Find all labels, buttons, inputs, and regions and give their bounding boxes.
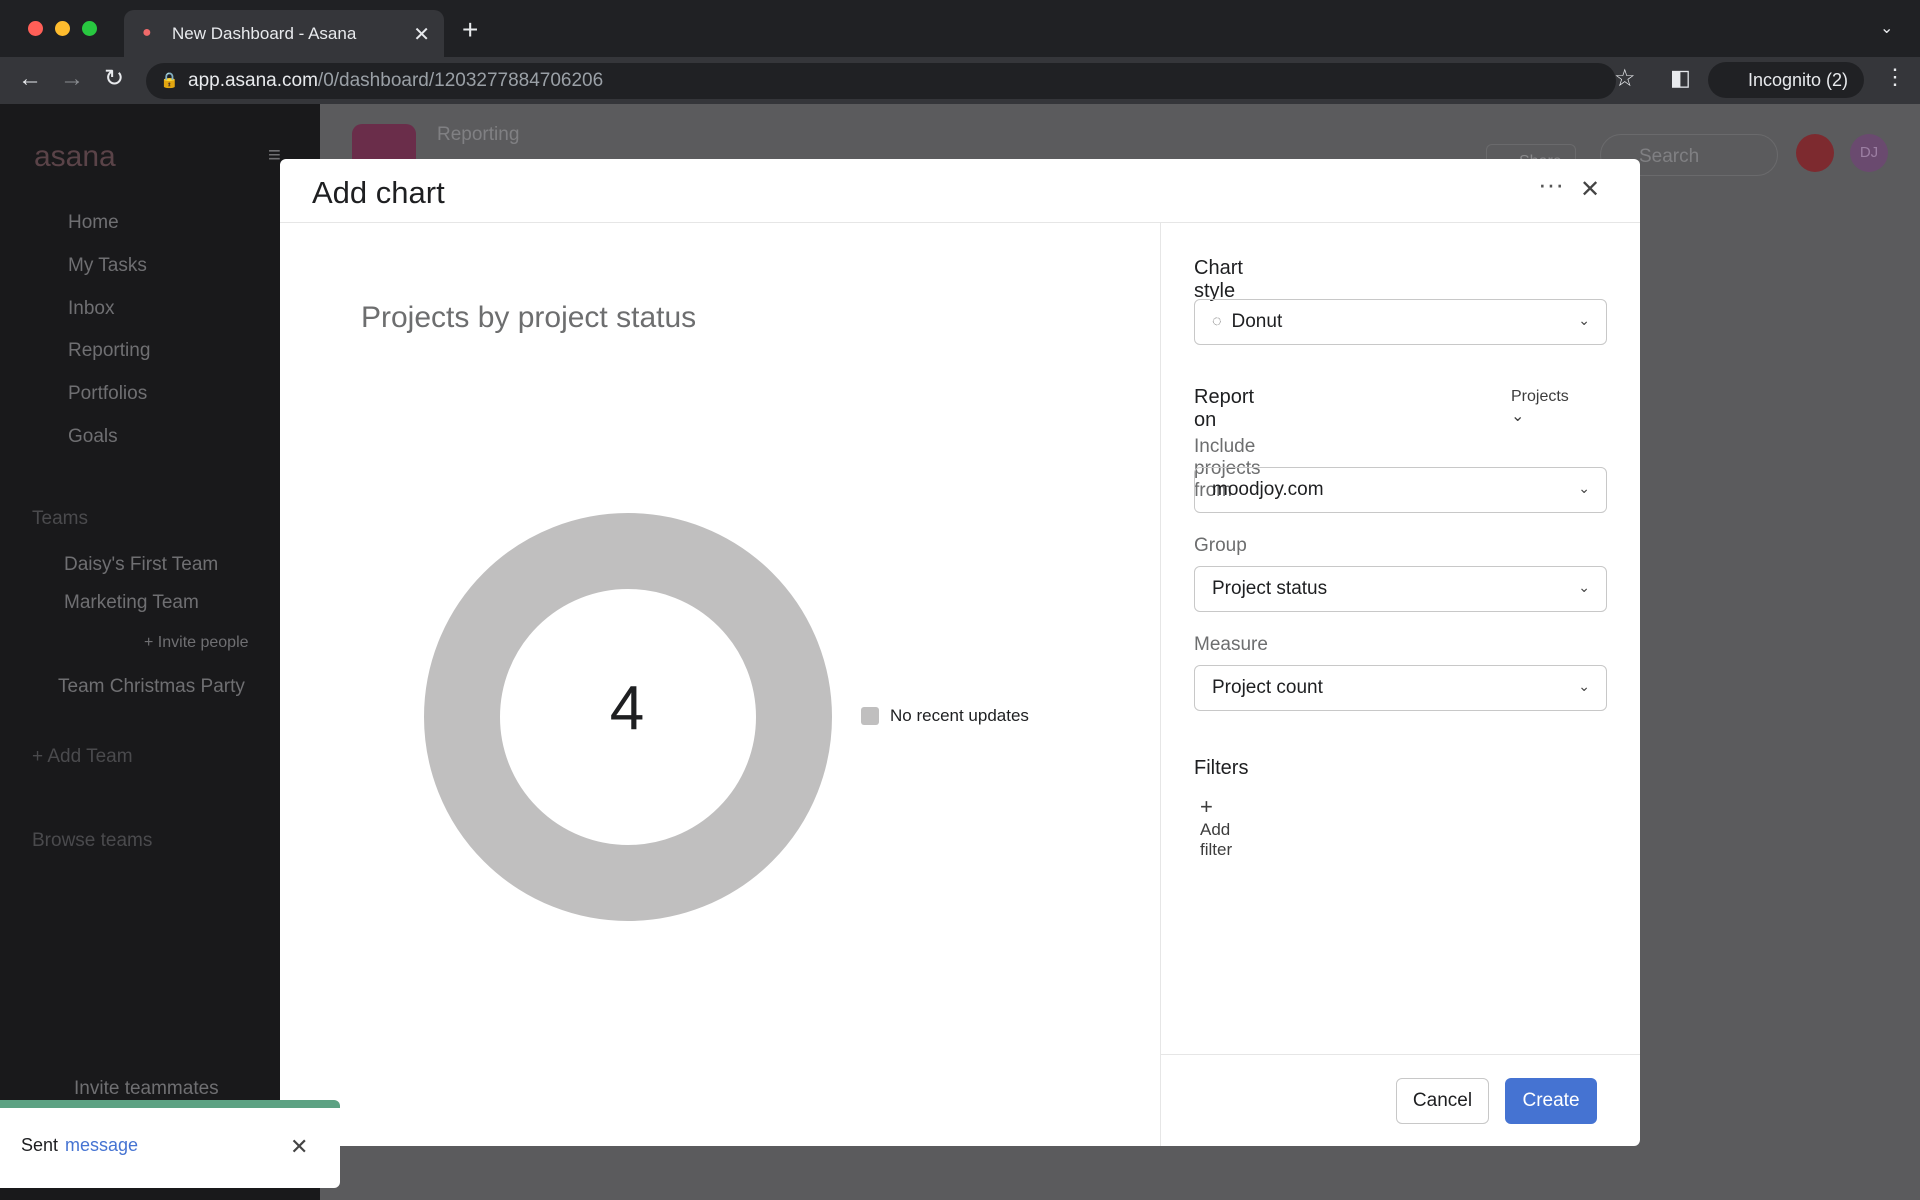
reload-icon[interactable]: ↻ [104,64,124,93]
chevron-down-icon: ⌄ [1578,480,1590,496]
chevron-down-icon: ⌄ [1578,579,1590,595]
maximize-window-button[interactable] [82,21,97,36]
modal-title: Add chart [312,175,445,210]
report-on-dropdown[interactable]: Projects ⌄ [1511,388,1569,426]
sidebar-item-reporting[interactable]: Reporting [68,340,150,362]
cancel-label: Cancel [1412,1090,1473,1111]
collapse-sidebar-icon[interactable]: ≡ [268,142,281,168]
sidebar-item-portfolios[interactable]: Portfolios [68,383,147,405]
legend-swatch [861,707,879,725]
chevron-down-icon: ⌄ [1511,408,1525,425]
add-team-link[interactable]: + Add Team [32,746,133,768]
tab-title: New Dashboard - Asana [172,23,357,43]
report-on-value: Projects [1511,388,1569,405]
measure-select[interactable]: Project count ⌄ [1194,665,1607,711]
forward-icon[interactable]: → [60,65,84,93]
plus-icon: + [1200,794,1213,819]
report-on-label: Report on [1194,386,1255,431]
asana-logo[interactable]: asana [34,140,116,174]
browser-tab-bar: ● New Dashboard - Asana ✕ + ⌄ [0,0,1920,57]
measure-label: Measure [1194,634,1268,655]
donut-icon: ◌ [1212,313,1222,330]
close-tab-icon[interactable]: ✕ [413,22,430,47]
url-path: /0/dashboard/1203277884706206 [317,70,604,91]
invite-people-link[interactable]: + Invite people [144,634,249,652]
add-filter-button[interactable]: + Add filter [1200,794,1232,860]
include-projects-select[interactable]: moodjoy.com ⌄ [1194,467,1607,513]
legend-label: No recent updates [890,706,1029,725]
menu-kebab-icon[interactable]: ⋮ [1884,64,1906,90]
total-value: 4 [609,674,645,743]
team-item[interactable]: Marketing Team [64,592,199,614]
incognito-badge[interactable]: Incognito (2) [1708,62,1864,98]
url-input[interactable]: 🔒 app.asana.com/0/dashboard/120327788470… [146,63,1616,99]
teams-header: Teams [32,508,88,529]
chevron-down-icon: ⌄ [1578,678,1590,694]
more-options-icon[interactable]: ··· [1538,169,1564,200]
toast-notification: Sent message ✕ [0,1100,340,1188]
toast-text: Sent [21,1135,59,1155]
tab-search-chevron-icon[interactable]: ⌄ [1880,18,1893,38]
profile-label: Incognito (2) [1748,69,1849,90]
back-icon[interactable]: ← [18,65,42,93]
minimize-window-button[interactable] [55,21,70,36]
chart-style-select[interactable]: ◌ Donut ⌄ [1194,299,1607,345]
browse-teams-link[interactable]: Browse teams [32,830,152,852]
filters-label: Filters [1194,757,1249,779]
toast-close-icon[interactable]: ✕ [290,1134,308,1160]
toast-message-link[interactable]: message [65,1135,138,1156]
asana-favicon-icon: ● [142,24,152,41]
search-placeholder: Search [1639,146,1700,167]
chevron-down-icon: ⌄ [1578,312,1590,328]
group-select[interactable]: Project status ⌄ [1194,566,1607,612]
sidebar: asana ≡ Home My Tasks Inbox Reporting Po… [0,104,320,1200]
chart-style-value: Donut [1231,311,1283,332]
include-value: moodjoy.com [1212,479,1324,500]
header-divider [280,222,1640,223]
add-filter-label: Add filter [1200,820,1233,859]
sidebar-item-goals[interactable]: Goals [68,426,118,448]
chart-style-label: Chart style [1194,257,1243,302]
measure-value: Project count [1212,677,1323,698]
team-item[interactable]: Daisy's First Team [64,554,218,576]
close-window-button[interactable] [28,21,43,36]
browser-tab[interactable]: ● New Dashboard - Asana ✕ [124,10,444,57]
cancel-button[interactable]: Cancel [1396,1078,1489,1124]
sidebar-item-inbox[interactable]: Inbox [68,298,114,320]
invite-teammates-link[interactable]: Invite teammates [74,1078,219,1100]
create-plus-button[interactable] [1796,134,1834,172]
footer-divider [1161,1054,1640,1055]
url-host: app.asana.com [188,70,318,91]
new-tab-button[interactable]: + [462,14,478,46]
group-label: Group [1194,535,1247,556]
lock-icon: 🔒 [160,72,179,89]
avatar[interactable]: DJ [1850,134,1888,172]
create-button[interactable]: Create [1505,1078,1597,1124]
close-icon[interactable]: ✕ [1580,175,1600,204]
panel-divider [1160,223,1161,1146]
sidebar-item-home[interactable]: Home [68,212,119,234]
create-label: Create [1522,1090,1580,1111]
sidebar-item-my-tasks[interactable]: My Tasks [68,255,147,277]
chart-title: Projects by project status [361,301,697,334]
side-panel-icon[interactable]: ◧ [1670,65,1691,91]
group-value: Project status [1212,578,1328,599]
breadcrumb[interactable]: Reporting [437,124,519,146]
bookmark-star-icon[interactable]: ☆ [1614,64,1636,93]
project-item[interactable]: Team Christmas Party [58,676,245,698]
